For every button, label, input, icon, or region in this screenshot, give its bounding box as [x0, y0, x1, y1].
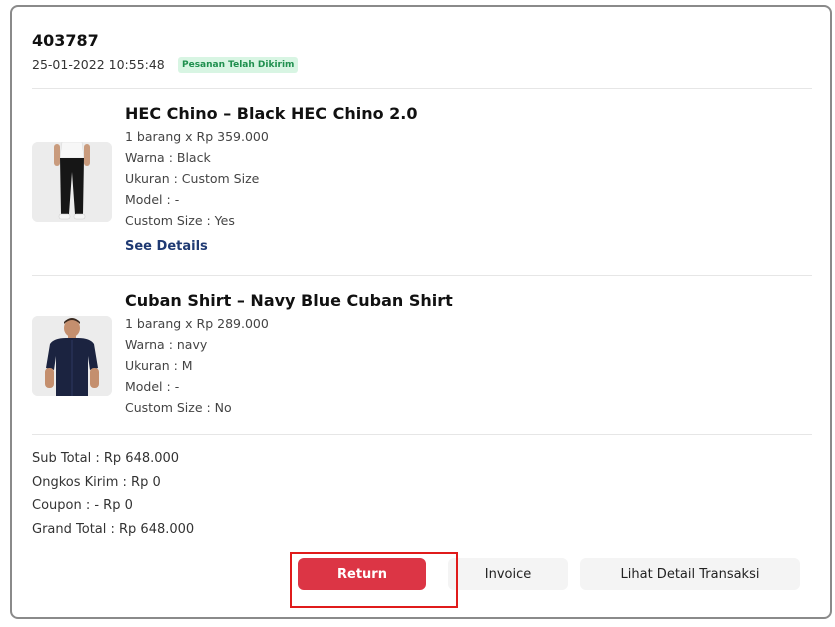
- shipping-cost: Ongkos Kirim : Rp 0: [32, 474, 161, 490]
- sub-total: Sub Total : Rp 648.000: [32, 451, 180, 466]
- return-button[interactable]: Return: [298, 558, 426, 590]
- invoice-button[interactable]: Invoice: [448, 558, 568, 590]
- order-totals: Sub Total : Rp 648.000 Ongkos Kirim : Rp…: [32, 447, 194, 541]
- product-custom-size: Custom Size : Yes: [125, 213, 235, 228]
- product-info: Cuban Shirt – Navy Blue Cuban Shirt 1 ba…: [125, 289, 453, 418]
- product-image-cuban-shirt[interactable]: [32, 316, 112, 396]
- product-model: Model : -: [125, 192, 180, 207]
- divider: [32, 434, 812, 435]
- order-date: 25-01-2022 10:55:48: [32, 57, 165, 72]
- product-image-chino[interactable]: [32, 142, 112, 222]
- order-card: 403787 25-01-2022 10:55:48 Pesanan Telah…: [10, 5, 832, 619]
- product-qty-price: 1 barang x Rp 289.000: [125, 316, 269, 331]
- product-color: Warna : Black: [125, 150, 211, 165]
- divider: [32, 275, 812, 276]
- product-model: Model : -: [125, 379, 180, 394]
- status-badge: Pesanan Telah Dikirim: [178, 57, 299, 73]
- product-custom-size: Custom Size : No: [125, 400, 232, 415]
- product-qty-price: 1 barang x Rp 359.000: [125, 129, 269, 144]
- product-size: Ukuran : Custom Size: [125, 171, 260, 186]
- divider: [32, 88, 812, 89]
- grand-total: Grand Total : Rp 648.000: [32, 521, 195, 537]
- product-title: Cuban Shirt – Navy Blue Cuban Shirt: [125, 291, 453, 310]
- order-id: 403787: [32, 31, 99, 50]
- product-size: Ukuran : M: [125, 358, 193, 373]
- product-color: Warna : navy: [125, 337, 208, 352]
- transaction-detail-button[interactable]: Lihat Detail Transaksi: [580, 558, 800, 590]
- see-details-link[interactable]: See Details: [125, 239, 208, 254]
- product-info: HEC Chino – Black HEC Chino 2.0 1 barang…: [125, 102, 418, 254]
- coupon: Coupon : - Rp 0: [32, 498, 133, 513]
- product-title: HEC Chino – Black HEC Chino 2.0: [125, 104, 418, 123]
